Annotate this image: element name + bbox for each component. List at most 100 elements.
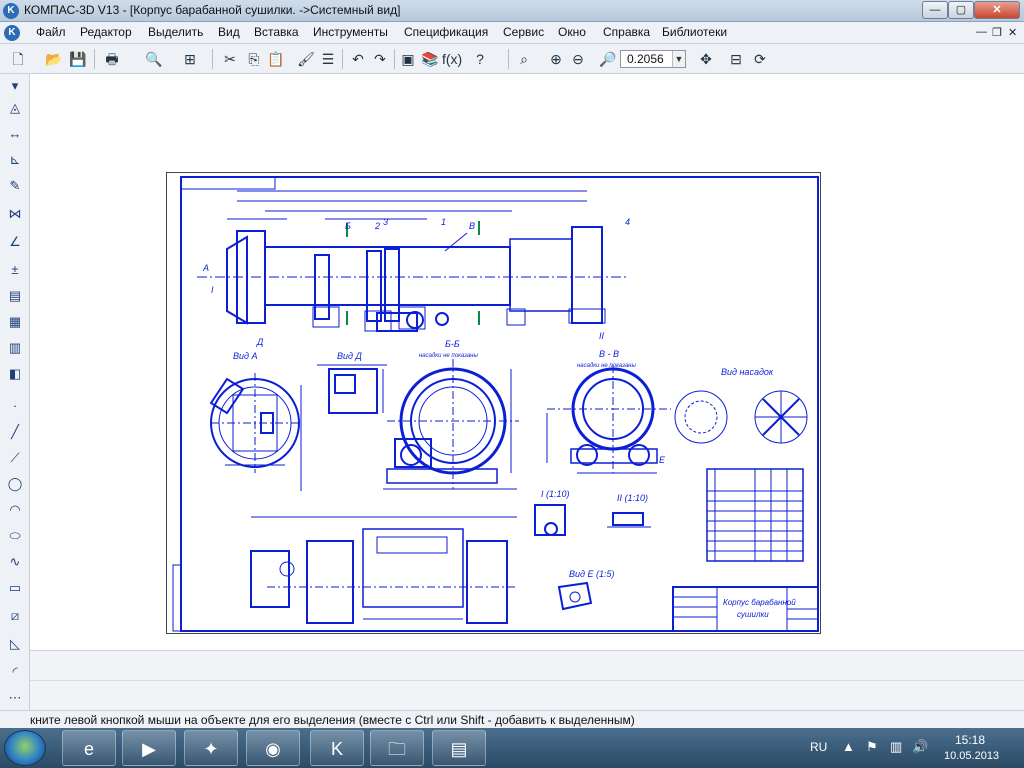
paste-icon[interactable]: 📋 [266,49,286,69]
undo-icon[interactable]: ↶ [348,49,368,69]
open-icon[interactable]: 📂 [44,49,64,69]
layout-icon[interactable]: ⊞ [180,49,200,69]
variables-icon[interactable]: f(x) [442,49,462,69]
bottom-detail-views [250,516,517,624]
menu-help[interactable]: Справка [603,25,650,39]
tray-flag-icon[interactable]: ⚑ [866,739,878,755]
mdi-minimize-button[interactable]: — [976,26,987,38]
library-icon[interactable]: 📚 [420,49,440,69]
save-icon[interactable]: 💾 [68,49,88,69]
nozzle-views [674,390,808,444]
chevron-down-icon[interactable]: ▼ [672,51,685,67]
menu-view[interactable]: Вид [218,25,240,39]
ellipse-icon[interactable]: ⬭ [5,526,25,546]
start-button[interactable] [4,730,46,766]
format-painter-icon[interactable]: 🖌 [296,49,316,69]
menu-libraries[interactable]: Библиотеки [662,25,727,39]
arc-icon[interactable]: ◠ [5,500,25,520]
clock-time[interactable]: 15:18 [955,733,985,747]
compact-panel: ▾ ◬ ↔ ⊾ ✎ ⋈ ∠ ± ▤ ▦ ▥ ◧ · ╱ ⟋ ◯ ◠ ⬭ ∿ ▭ … [0,74,30,710]
drawing-canvas[interactable]: Вид А Вид Д Б-Б насадки не показаны В - … [167,173,822,635]
redo-icon[interactable]: ↷ [370,49,390,69]
menu-tools[interactable]: Инструменты [313,25,388,39]
spec-icon[interactable]: ▦ [5,312,25,332]
panel-menu-icon[interactable]: ▾ [5,76,25,96]
menu-insert[interactable]: Вставка [254,25,299,39]
designations-icon[interactable]: ⊾ [5,150,25,170]
point-icon[interactable]: · [5,396,25,416]
chrome-icon[interactable]: ◉ [246,730,300,766]
language-indicator[interactable]: RU [810,740,827,754]
minimize-button[interactable]: — [922,1,948,19]
menu-file[interactable]: Файл [36,25,66,39]
preview-icon[interactable]: 🔍 [144,49,164,69]
toolbar-separator [508,49,509,69]
hatch-icon[interactable]: ⧄ [5,606,25,626]
chamfer-icon[interactable]: ◺ [5,634,25,654]
menu-select[interactable]: Выделить [148,25,203,39]
more-tools-icon[interactable]: ⋯ [5,688,25,708]
copy-icon[interactable]: ⎘ [244,49,264,69]
menu-specification[interactable]: Спецификация [404,25,488,39]
zoom-window-icon[interactable]: ⌕ [514,49,534,69]
document-icon[interactable]: K [4,25,20,41]
new-document-icon[interactable]: 🗋 [8,49,28,69]
tray-arrow-icon[interactable]: ▲ [842,739,855,754]
mdi-restore-button[interactable]: ❐ [992,26,1002,39]
dimensions-icon[interactable]: ↔ [5,124,25,144]
zoom-scale-icon[interactable]: 🔎 [598,49,618,69]
maximize-button[interactable]: ▢ [948,1,974,19]
view-d-label: Вид Д [337,351,362,361]
fillet-icon[interactable]: ◜ [5,662,25,682]
kompas-icon[interactable]: K [310,730,364,766]
property-panel[interactable] [30,650,1024,680]
menu-service[interactable]: Сервис [503,25,544,39]
property-panel-secondary[interactable] [30,680,1024,710]
kompas-logo-icon[interactable]: K [3,3,19,19]
section-bb-drawing [383,359,519,490]
selection-icon[interactable]: ± [5,260,25,280]
help-pointer-icon[interactable]: ? [470,49,490,69]
network-icon[interactable]: ▥ [890,739,902,755]
volume-icon[interactable]: 🔊 [912,739,928,755]
circle-icon[interactable]: ◯ [5,474,25,494]
line-icon[interactable]: ╱ [5,422,25,442]
editing-icon[interactable]: ✎ [5,176,25,196]
cut-icon[interactable]: ✂ [220,49,240,69]
polyline-icon[interactable]: ⟋ [5,448,25,468]
title-block-frame [672,586,819,632]
measure-icon[interactable]: ∠ [5,232,25,252]
insert-icon[interactable]: ◧ [5,364,25,384]
title-block-name-1: Корпус барабанной [723,598,796,607]
properties-icon[interactable]: ☰ [318,49,338,69]
mdi-close-button[interactable]: ✕ [1008,26,1017,39]
rectangle-icon[interactable]: ▭ [5,578,25,598]
marker-ii: II [599,331,605,341]
zoom-in-icon[interactable]: ⊕ [546,49,566,69]
tools-icon[interactable]: ✦ [184,730,238,766]
view-d-drawing [317,364,387,414]
window-title: КОМПАС-3D V13 - [Корпус барабанной сушил… [24,3,401,17]
explorer-folder-icon[interactable]: 🗀 [370,730,424,766]
close-button[interactable]: ✕ [974,1,1020,19]
winrar-icon[interactable]: ▤ [432,730,486,766]
refresh-icon[interactable]: ⟳ [750,49,770,69]
menu-window[interactable]: Окно [558,25,586,39]
media-player-icon[interactable]: ▶ [122,730,176,766]
drawing-workspace[interactable]: Вид А Вид Д Б-Б насадки не показаны В - … [30,74,1024,650]
manager-icon[interactable]: ▣ [398,49,418,69]
pan-icon[interactable]: ✥ [696,49,716,69]
clock-date[interactable]: 10.05.2013 [944,750,999,762]
tree-icon[interactable]: ⊟ [726,49,746,69]
spline-icon[interactable]: ∿ [5,552,25,572]
internet-explorer-icon[interactable]: e [62,730,116,766]
associative-view-icon[interactable]: ▤ [5,286,25,306]
reports-icon[interactable]: ▥ [5,338,25,358]
parametrization-icon[interactable]: ⋈ [5,204,25,224]
print-icon[interactable]: 🖶 [102,49,122,69]
menu-edit[interactable]: Редактор [80,25,132,39]
drawing-sheet[interactable]: Вид А Вид Д Б-Б насадки не показаны В - … [166,172,821,634]
view-a-drawing [209,373,302,491]
geometry-icon[interactable]: ◬ [5,98,25,118]
zoom-out-icon[interactable]: ⊖ [568,49,588,69]
